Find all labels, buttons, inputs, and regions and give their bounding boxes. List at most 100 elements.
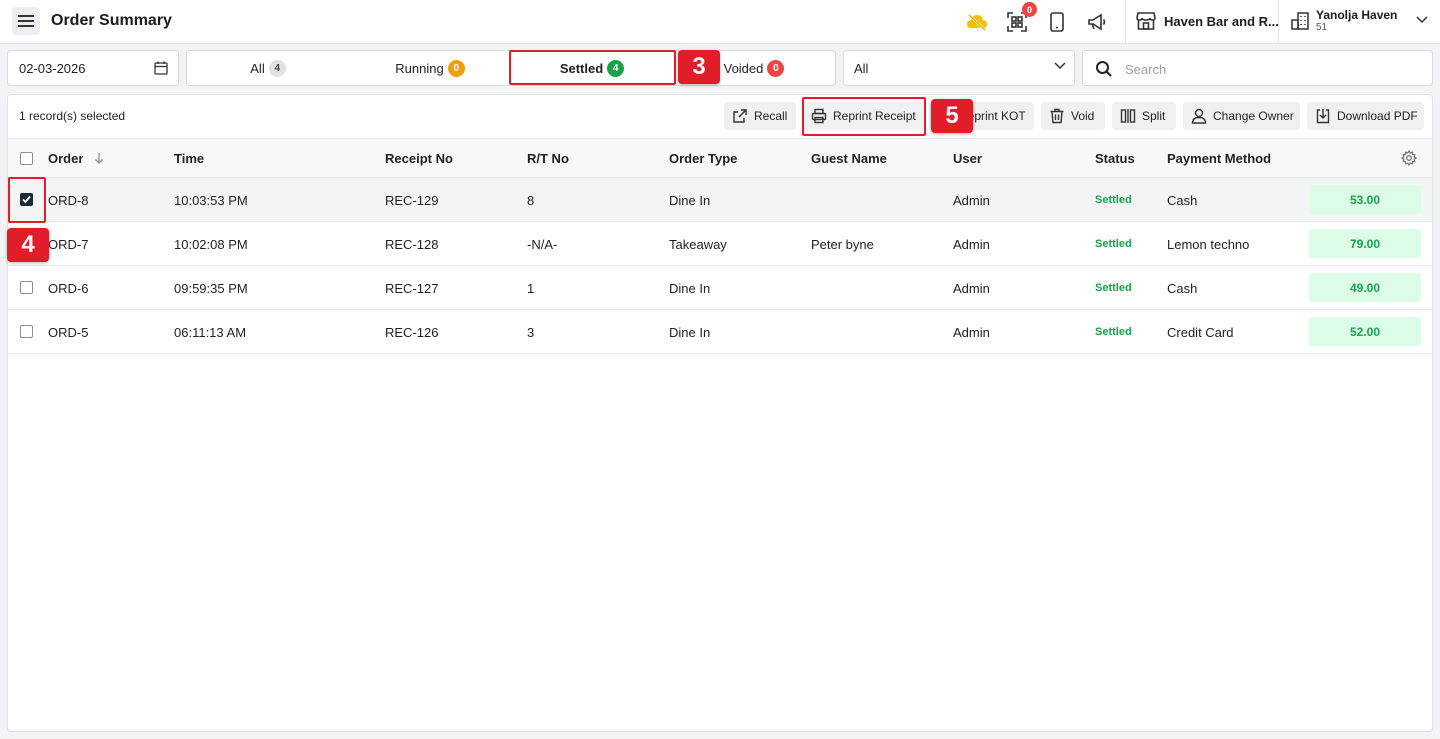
reprint-receipt-button[interactable]: Reprint Receipt	[803, 102, 923, 130]
account-name: Yanolja Haven	[1316, 8, 1398, 22]
tablet-icon[interactable]	[1045, 10, 1069, 34]
chevron-down-icon[interactable]	[1416, 16, 1428, 24]
tab-label: Running	[395, 60, 444, 76]
change-owner-button[interactable]: Change Owner	[1183, 102, 1300, 130]
printer-icon	[811, 108, 827, 124]
amount-badge: 52.00	[1309, 317, 1421, 346]
cell-rt: 8	[527, 193, 535, 208]
cell-payment: Lemon techno	[1167, 237, 1250, 252]
column-header-status[interactable]: Status	[1095, 151, 1135, 166]
top-bar: Order Summary 0 Haven Bar and R... Yanol…	[0, 0, 1440, 44]
account-selector[interactable]: Yanolja Haven 51	[1290, 8, 1397, 34]
hamburger-menu-button[interactable]	[12, 7, 40, 35]
split-columns-icon	[1120, 109, 1136, 123]
void-button[interactable]: Void	[1041, 102, 1105, 130]
cell-user: Admin	[953, 193, 990, 208]
step-4-marker: 4	[7, 228, 49, 262]
cell-receipt: REC-126	[385, 325, 439, 340]
cell-guest: Peter byne	[811, 237, 874, 252]
date-picker[interactable]: 02-03-2026	[7, 50, 179, 86]
tab-count-badge: 0	[767, 59, 785, 77]
column-header-user[interactable]: User	[953, 151, 982, 166]
hamburger-icon	[18, 15, 34, 27]
column-header-order[interactable]: Order	[48, 151, 83, 166]
status-badge: Settled	[1095, 326, 1132, 338]
tab-count-badge: 4	[268, 59, 286, 77]
building-icon	[1291, 12, 1309, 30]
search-input[interactable]	[1125, 59, 1415, 79]
sort-arrow-down-icon[interactable]	[94, 152, 104, 164]
cell-order: ORD-5	[48, 325, 89, 340]
download-icon	[1316, 109, 1330, 124]
cell-payment: Credit Card	[1167, 325, 1234, 340]
tab-all[interactable]: All 4	[187, 51, 349, 85]
status-badge: Settled	[1095, 282, 1132, 294]
user-icon	[1191, 108, 1207, 124]
megaphone-icon[interactable]	[1085, 10, 1109, 34]
gear-icon[interactable]	[1401, 150, 1417, 166]
cell-rt: -N/A-	[527, 237, 558, 252]
split-button[interactable]: Split	[1112, 102, 1176, 130]
step-3-marker: 3	[678, 50, 720, 84]
cloud-offline-icon[interactable]	[965, 10, 989, 34]
selection-count: 1 record(s) selected	[19, 109, 126, 123]
store-selector[interactable]: Haven Bar and R...	[1136, 12, 1279, 30]
tab-count-badge: 4	[607, 59, 625, 77]
select-all-checkbox[interactable]	[20, 152, 33, 165]
download-pdf-button[interactable]: Download PDF	[1307, 102, 1424, 130]
tab-running[interactable]: Running 0	[349, 51, 511, 85]
amount-badge: 49.00	[1309, 273, 1421, 302]
cell-rt: 1	[527, 281, 535, 296]
cell-receipt: REC-129	[385, 193, 439, 208]
row-checkbox[interactable]	[20, 193, 33, 206]
cell-user: Admin	[953, 325, 990, 340]
column-header-guest[interactable]: Guest Name	[811, 151, 887, 166]
search-box	[1082, 50, 1433, 86]
cell-payment: Cash	[1167, 193, 1198, 208]
status-badge: Settled	[1095, 238, 1132, 250]
cell-rt: 3	[527, 325, 535, 340]
store-name: Haven Bar and R...	[1164, 13, 1279, 29]
cell-order: ORD-8	[48, 193, 89, 208]
cell-order: ORD-6	[48, 281, 89, 296]
tab-label: All	[250, 60, 265, 76]
header-divider	[1125, 0, 1126, 44]
change-owner-label: Change Owner	[1213, 109, 1294, 123]
recall-label: Recall	[754, 109, 788, 123]
order-type-select[interactable]: All	[843, 50, 1075, 86]
step-5-marker: 5	[931, 99, 973, 133]
tab-label: Voided	[723, 60, 764, 76]
table-row[interactable]: ORD-6 09:59:35 PM REC-127 1 Dine In Admi…	[8, 266, 1432, 310]
cell-order-type: Dine In	[669, 193, 711, 208]
column-header-order-type[interactable]: Order Type	[669, 151, 737, 166]
split-label: Split	[1142, 109, 1166, 123]
column-header-rt[interactable]: R/T No	[527, 151, 569, 166]
store-icon	[1136, 12, 1156, 30]
cell-payment: Cash	[1167, 281, 1198, 296]
row-checkbox[interactable]	[20, 281, 33, 294]
calendar-icon[interactable]	[154, 61, 168, 75]
cell-order-type: Dine In	[669, 325, 711, 340]
column-header-receipt[interactable]: Receipt No	[385, 151, 453, 166]
status-badge: Settled	[1095, 194, 1132, 206]
table-row[interactable]: ORD-5 06:11:13 AM REC-126 3 Dine In Admi…	[8, 310, 1432, 354]
recall-button[interactable]: Recall	[724, 102, 796, 130]
cell-time: 10:03:53 PM	[174, 193, 248, 208]
cell-time: 06:11:13 AM	[174, 325, 247, 340]
row-checkbox[interactable]	[20, 325, 33, 338]
tab-label: Settled	[559, 60, 604, 76]
page-title: Order Summary	[51, 12, 172, 29]
cell-user: Admin	[953, 281, 990, 296]
column-header-time[interactable]: Time	[174, 151, 204, 166]
table-header: Order Time Receipt No R/T No Order Type …	[8, 138, 1432, 178]
trash-icon	[1050, 108, 1064, 124]
cell-order-type: Takeaway	[669, 237, 727, 252]
cell-order-type: Dine In	[669, 281, 711, 296]
column-header-payment[interactable]: Payment Method	[1167, 151, 1271, 166]
status-tabs: All 4 Running 0 Settled 4 Voided 0	[186, 50, 836, 86]
table-row[interactable]: ORD-7 10:02:08 PM REC-128 -N/A- Takeaway…	[8, 222, 1432, 266]
checkmark-icon	[22, 195, 31, 204]
cell-time: 10:02:08 PM	[174, 237, 248, 252]
table-row[interactable]: ORD-8 10:03:53 PM REC-129 8 Dine In Admi…	[8, 178, 1432, 222]
tab-settled[interactable]: Settled 4	[511, 51, 673, 85]
